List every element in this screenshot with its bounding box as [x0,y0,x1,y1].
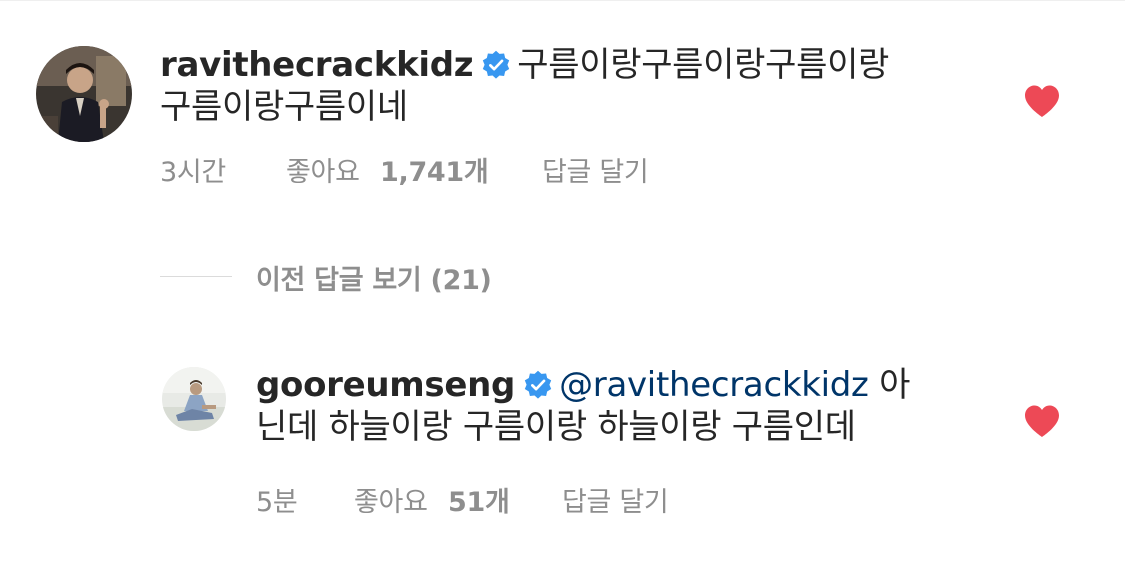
comment-body: gooreumseng @ravithecrackkidz 아 닌데 하늘이랑 구… [256,364,986,448]
reply-button[interactable]: 답글 달기 [542,150,649,189]
comment-text-continued: 닌데 하늘이랑 구름이랑 하늘이랑 구름인데 [256,407,856,447]
heart-icon[interactable] [1023,84,1061,118]
comment-body: ravithecrackkidz 구름이랑구름이랑구름이랑 구름이랑구름이네 [160,44,980,128]
comment-time[interactable]: 3시간 [160,150,226,189]
reply-button[interactable]: 답글 달기 [562,480,669,519]
likes-label[interactable]: 좋아요 [286,150,360,189]
comment-text: 구름이랑구름이랑구름이랑 [517,45,890,85]
verified-badge-icon [481,50,511,80]
heart-icon[interactable] [1023,404,1061,438]
likes-count[interactable]: 51개 [448,480,510,519]
comment-text: 아 [879,365,911,405]
verified-badge-icon [523,370,553,400]
top-divider [0,0,1125,1]
likes-label[interactable]: 좋아요 [354,480,428,519]
replies-divider [160,276,232,277]
comment-time[interactable]: 5분 [256,480,298,519]
comment-username[interactable]: gooreumseng [256,365,515,405]
comment-meta: 3시간 좋아요 1,741개 답글 달기 [160,150,760,189]
avatar[interactable] [36,46,132,142]
comment-username[interactable]: ravithecrackkidz [160,45,474,85]
likes-count[interactable]: 1,741개 [380,150,489,189]
comment-meta: 5분 좋아요 51개 답글 달기 [256,480,856,519]
comment-text-continued: 구름이랑구름이네 [160,87,408,127]
view-previous-replies-label[interactable]: 이전 답글 보기 (21) [256,258,492,297]
mention-link[interactable]: @ravithecrackkidz [559,365,869,405]
avatar[interactable] [162,367,226,431]
